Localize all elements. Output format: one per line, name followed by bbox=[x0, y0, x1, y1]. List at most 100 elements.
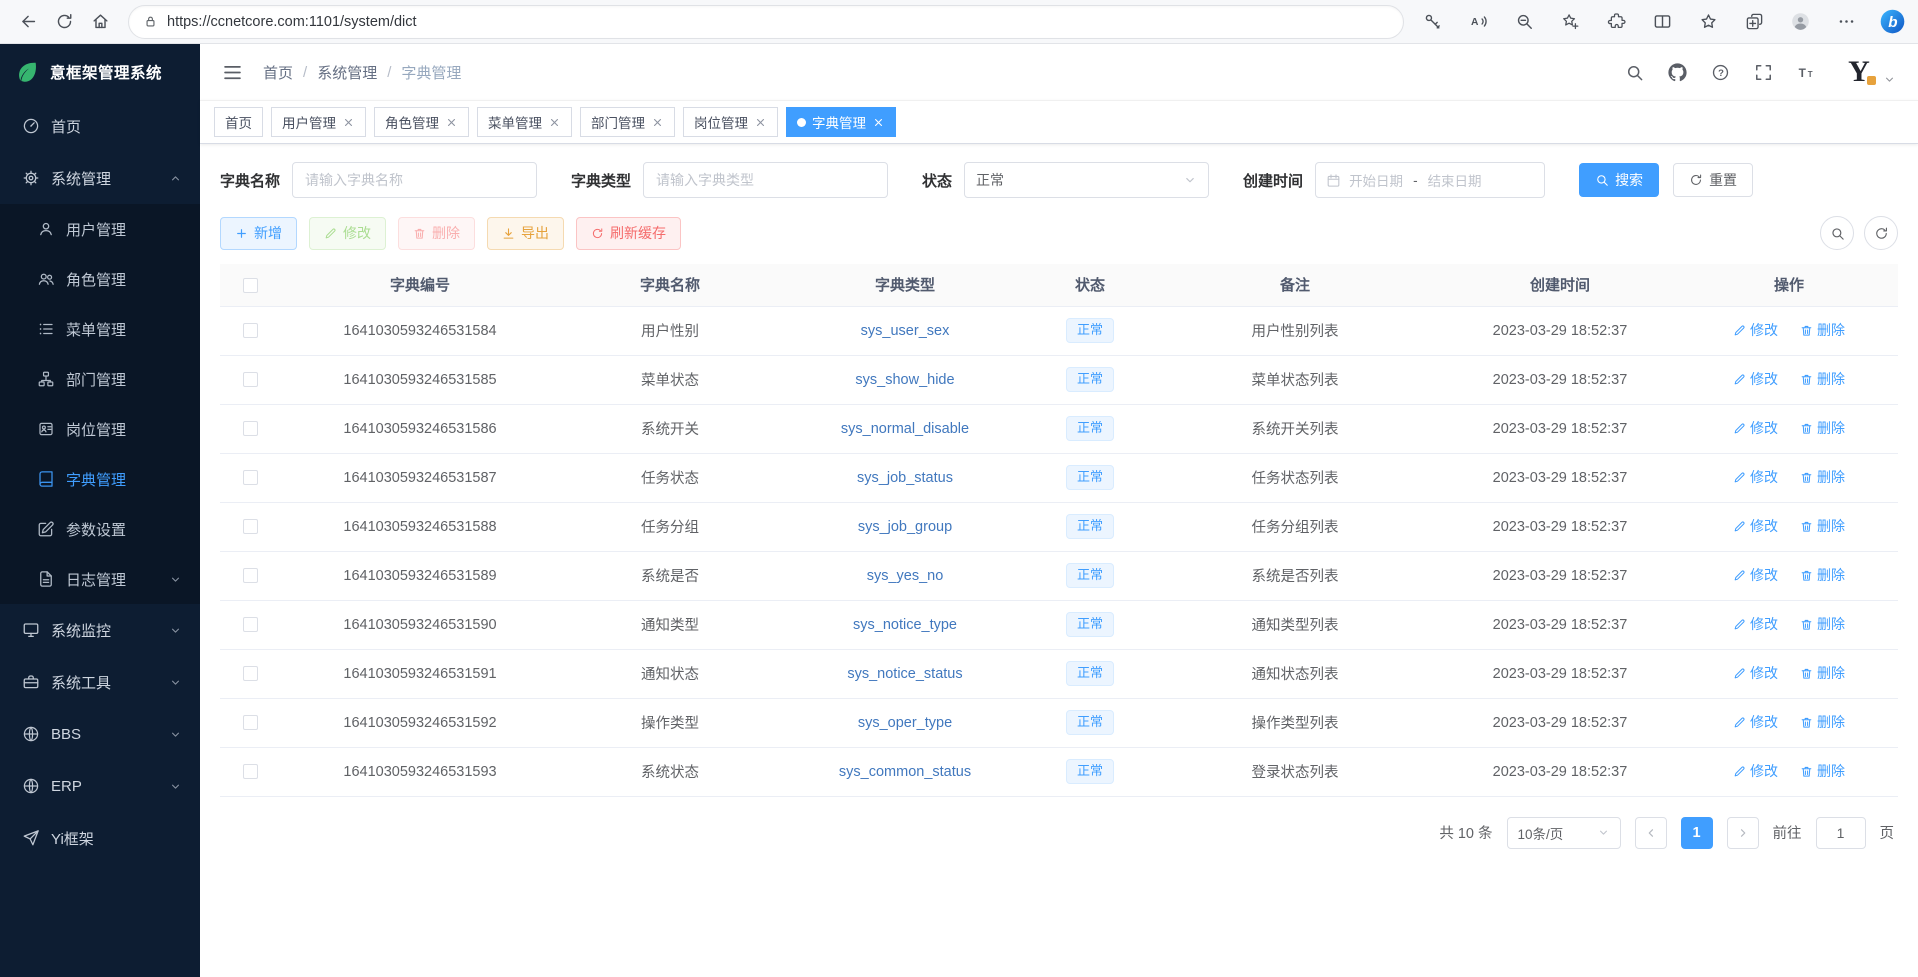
breadcrumb-home[interactable]: 首页 bbox=[263, 62, 293, 83]
row-delete-button[interactable]: 删除 bbox=[1800, 712, 1845, 732]
row-checkbox[interactable] bbox=[243, 568, 258, 583]
sidebar-item-user[interactable]: 用户管理 bbox=[0, 204, 200, 254]
sidebar-item-menu[interactable]: 菜单管理 bbox=[0, 304, 200, 354]
tab-0[interactable]: 首页 bbox=[214, 107, 263, 137]
row-checkbox[interactable] bbox=[243, 715, 258, 730]
dict-type-link[interactable]: sys_user_sex bbox=[861, 323, 950, 339]
row-edit-button[interactable]: 修改 bbox=[1733, 369, 1778, 389]
refresh-table-button[interactable] bbox=[1864, 216, 1898, 250]
dict-type-link[interactable]: sys_normal_disable bbox=[841, 421, 969, 437]
profile-button[interactable] bbox=[1784, 4, 1816, 40]
refresh-button[interactable] bbox=[46, 4, 82, 40]
sidebar-item-monitor[interactable]: 系统监控 bbox=[0, 604, 200, 656]
sidebar-item-post[interactable]: 岗位管理 bbox=[0, 404, 200, 454]
sidebar-toggle-icon[interactable] bbox=[222, 62, 243, 83]
row-delete-button[interactable]: 删除 bbox=[1800, 663, 1845, 683]
sidebar-item-erp[interactable]: ERP bbox=[0, 760, 200, 812]
row-edit-button[interactable]: 修改 bbox=[1733, 761, 1778, 781]
dict-type-link[interactable]: sys_show_hide bbox=[855, 372, 954, 388]
collections-button[interactable] bbox=[1738, 4, 1770, 40]
tab-1[interactable]: 用户管理 bbox=[271, 107, 366, 137]
add-button[interactable]: 新增 bbox=[220, 217, 297, 250]
sidebar-item-system[interactable]: 系统管理 bbox=[0, 152, 200, 204]
edit-button[interactable]: 修改 bbox=[309, 217, 386, 250]
row-delete-button[interactable]: 删除 bbox=[1800, 516, 1845, 536]
delete-button[interactable]: 删除 bbox=[398, 217, 475, 250]
more-menu-button[interactable] bbox=[1830, 4, 1862, 40]
bing-discover-button[interactable] bbox=[1876, 4, 1908, 40]
date-range-picker[interactable]: 开始日期 - 结束日期 bbox=[1315, 162, 1545, 198]
tab-close-icon[interactable] bbox=[548, 116, 561, 129]
row-checkbox[interactable] bbox=[243, 372, 258, 387]
row-delete-button[interactable]: 删除 bbox=[1800, 565, 1845, 585]
sidebar-item-yi[interactable]: Yi框架 bbox=[0, 812, 200, 864]
favorites-button[interactable] bbox=[1692, 4, 1724, 40]
sidebar-item-param[interactable]: 参数设置 bbox=[0, 504, 200, 554]
sidebar-item-tools[interactable]: 系统工具 bbox=[0, 656, 200, 708]
select-all-checkbox[interactable] bbox=[243, 278, 258, 293]
dict-type-link[interactable]: sys_job_status bbox=[857, 470, 953, 486]
toggle-search-button[interactable] bbox=[1820, 216, 1854, 250]
user-menu[interactable]: Y bbox=[1840, 56, 1896, 88]
sidebar-item-dept[interactable]: 部门管理 bbox=[0, 354, 200, 404]
page-size-select[interactable]: 10条/页 bbox=[1507, 817, 1621, 849]
row-delete-button[interactable]: 删除 bbox=[1800, 467, 1845, 487]
row-delete-button[interactable]: 删除 bbox=[1800, 614, 1845, 634]
tab-close-icon[interactable] bbox=[872, 116, 885, 129]
row-edit-button[interactable]: 修改 bbox=[1733, 614, 1778, 634]
tab-close-icon[interactable] bbox=[651, 116, 664, 129]
help-button[interactable] bbox=[1711, 63, 1730, 82]
back-button[interactable] bbox=[10, 4, 46, 40]
fullscreen-button[interactable] bbox=[1754, 63, 1773, 82]
row-checkbox[interactable] bbox=[243, 666, 258, 681]
home-button[interactable] bbox=[82, 4, 118, 40]
read-aloud-button[interactable] bbox=[1462, 4, 1494, 40]
tab-4[interactable]: 部门管理 bbox=[580, 107, 675, 137]
sidebar-item-dict[interactable]: 字典管理 bbox=[0, 454, 200, 504]
status-select[interactable]: 正常 bbox=[964, 162, 1209, 198]
row-edit-button[interactable]: 修改 bbox=[1733, 467, 1778, 487]
refresh-cache-button[interactable]: 刷新缓存 bbox=[576, 217, 681, 250]
sidebar-item-bbs[interactable]: BBS bbox=[0, 708, 200, 760]
dict-type-link[interactable]: sys_yes_no bbox=[867, 568, 944, 584]
row-edit-button[interactable]: 修改 bbox=[1733, 712, 1778, 732]
dict-type-input[interactable] bbox=[643, 162, 888, 198]
sidebar-item-log[interactable]: 日志管理 bbox=[0, 554, 200, 604]
tab-6[interactable]: 字典管理 bbox=[786, 107, 896, 137]
row-delete-button[interactable]: 删除 bbox=[1800, 761, 1845, 781]
row-edit-button[interactable]: 修改 bbox=[1733, 320, 1778, 340]
header-search-button[interactable] bbox=[1625, 63, 1644, 82]
reset-button[interactable]: 重置 bbox=[1673, 163, 1753, 197]
tab-close-icon[interactable] bbox=[342, 116, 355, 129]
row-edit-button[interactable]: 修改 bbox=[1733, 516, 1778, 536]
row-delete-button[interactable]: 删除 bbox=[1800, 320, 1845, 340]
goto-page-input[interactable] bbox=[1816, 817, 1866, 849]
row-checkbox[interactable] bbox=[243, 421, 258, 436]
add-favorite-button[interactable] bbox=[1554, 4, 1586, 40]
app-logo[interactable]: 意框架管理系统 bbox=[0, 44, 200, 100]
row-edit-button[interactable]: 修改 bbox=[1733, 663, 1778, 683]
extensions-button[interactable] bbox=[1600, 4, 1632, 40]
row-edit-button[interactable]: 修改 bbox=[1733, 565, 1778, 585]
address-bar[interactable]: https://ccnetcore.com:1101/system/dict bbox=[128, 5, 1404, 39]
row-checkbox[interactable] bbox=[243, 519, 258, 534]
tab-5[interactable]: 岗位管理 bbox=[683, 107, 778, 137]
search-button[interactable]: 搜索 bbox=[1579, 163, 1659, 197]
row-delete-button[interactable]: 删除 bbox=[1800, 418, 1845, 438]
password-key-button[interactable] bbox=[1416, 4, 1448, 40]
dict-type-link[interactable]: sys_job_group bbox=[858, 519, 952, 535]
dict-name-input[interactable] bbox=[292, 162, 537, 198]
prev-page-button[interactable] bbox=[1635, 817, 1667, 849]
dict-type-link[interactable]: sys_oper_type bbox=[858, 715, 952, 731]
dict-type-link[interactable]: sys_common_status bbox=[839, 764, 971, 780]
font-size-button[interactable] bbox=[1797, 63, 1816, 82]
github-button[interactable] bbox=[1668, 63, 1687, 82]
next-page-button[interactable] bbox=[1727, 817, 1759, 849]
row-checkbox[interactable] bbox=[243, 470, 258, 485]
tab-2[interactable]: 角色管理 bbox=[374, 107, 469, 137]
dict-type-link[interactable]: sys_notice_type bbox=[853, 617, 957, 633]
row-checkbox[interactable] bbox=[243, 323, 258, 338]
row-edit-button[interactable]: 修改 bbox=[1733, 418, 1778, 438]
row-checkbox[interactable] bbox=[243, 617, 258, 632]
row-delete-button[interactable]: 删除 bbox=[1800, 369, 1845, 389]
